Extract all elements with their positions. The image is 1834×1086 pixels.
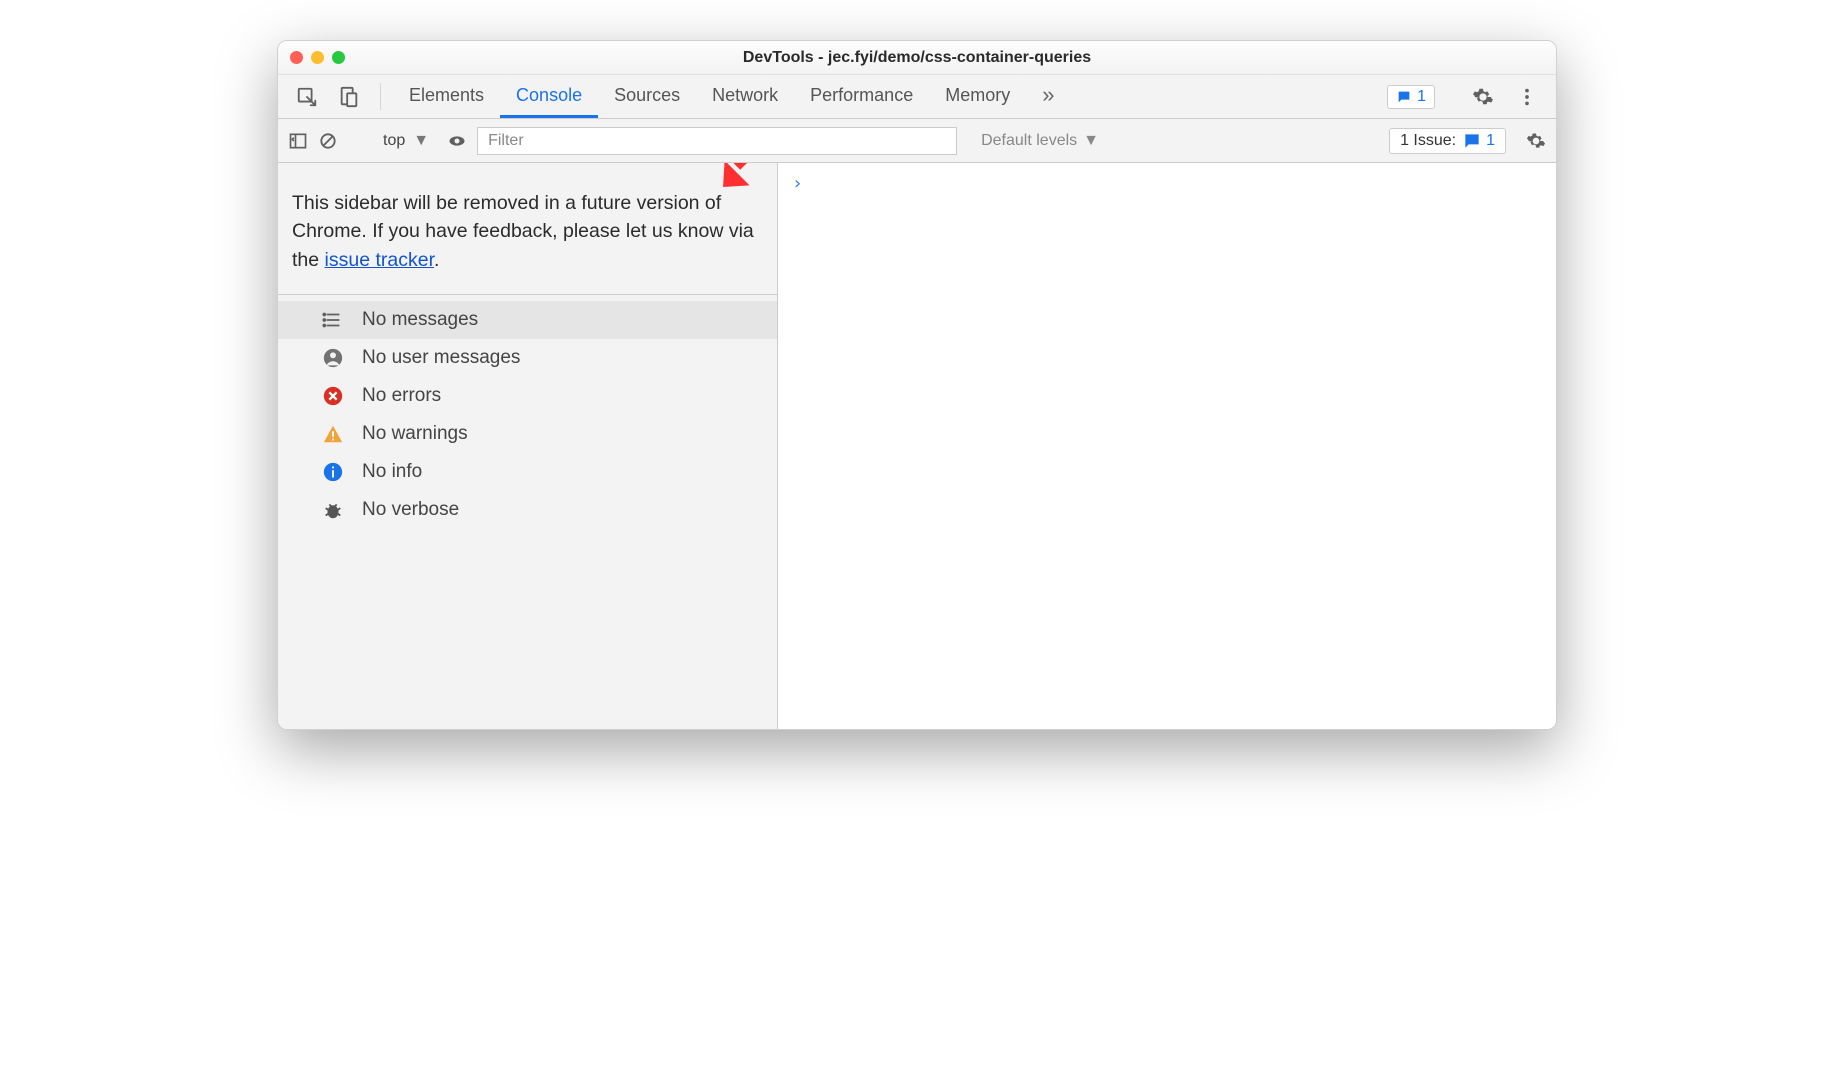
log-levels-selector[interactable]: Default levels ▼ — [981, 132, 1099, 150]
filter-errors[interactable]: No errors — [278, 377, 777, 415]
settings-button[interactable] — [1464, 86, 1502, 108]
console-sidebar: This sidebar will be removed in a future… — [278, 163, 778, 729]
context-label: top — [383, 132, 405, 150]
chevron-down-icon: ▼ — [413, 132, 429, 150]
issues-chip: 1 — [1462, 131, 1495, 151]
titlebar: DevTools - jec.fyi/demo/css-container-qu… — [278, 41, 1556, 75]
chevron-down-icon: ▼ — [1083, 132, 1099, 150]
error-icon — [322, 385, 344, 407]
issue-tracker-link[interactable]: issue tracker — [325, 249, 434, 271]
clear-console-button[interactable] — [318, 131, 338, 151]
issues-badge[interactable]: 1 — [1387, 85, 1435, 109]
tab-memory[interactable]: Memory — [929, 75, 1026, 118]
filter-input[interactable] — [477, 127, 957, 155]
annotation-arrow-icon — [709, 163, 787, 209]
console-settings-button[interactable] — [1526, 131, 1546, 151]
console-output[interactable]: › — [778, 163, 1556, 729]
window-title: DevTools - jec.fyi/demo/css-container-qu… — [278, 49, 1556, 67]
filter-label: No errors — [362, 385, 441, 407]
context-selector[interactable]: top ▼ — [375, 132, 437, 150]
console-prompt: › — [792, 173, 803, 194]
issues-label: 1 Issue: — [1400, 132, 1456, 150]
device-toolbar-button[interactable] — [330, 75, 368, 118]
filter-warnings[interactable]: No warnings — [278, 415, 777, 453]
devtools-window: DevTools - jec.fyi/demo/css-container-qu… — [277, 40, 1557, 730]
maximize-window-button[interactable] — [332, 51, 345, 64]
user-icon — [322, 347, 344, 369]
toggle-sidebar-button[interactable] — [288, 131, 308, 151]
filter-verbose[interactable]: No verbose — [278, 491, 777, 529]
filter-info[interactable]: No info — [278, 453, 777, 491]
filter-label: No messages — [362, 309, 478, 331]
content-area: This sidebar will be removed in a future… — [278, 163, 1556, 729]
bug-icon — [322, 499, 344, 521]
main-toolbar: Elements Console Sources Network Perform… — [278, 75, 1556, 119]
issues-counter[interactable]: 1 Issue: 1 — [1389, 128, 1506, 154]
tab-elements[interactable]: Elements — [393, 75, 500, 118]
list-icon — [322, 309, 344, 331]
warning-icon — [322, 423, 344, 445]
panel-tabs: Elements Console Sources Network Perform… — [393, 75, 1383, 118]
tabs-overflow-button[interactable]: » — [1026, 75, 1070, 118]
info-icon — [322, 461, 344, 483]
filter-user-messages[interactable]: No user messages — [278, 339, 777, 377]
inspect-element-button[interactable] — [288, 75, 326, 118]
filter-label: No warnings — [362, 423, 468, 445]
deprecation-notice: This sidebar will be removed in a future… — [278, 163, 777, 295]
toolbar-right: 1 — [1387, 75, 1546, 118]
filter-label: No info — [362, 461, 422, 483]
minimize-window-button[interactable] — [311, 51, 324, 64]
issues-count: 1 — [1486, 132, 1495, 150]
tab-performance[interactable]: Performance — [794, 75, 929, 118]
filter-label: No user messages — [362, 347, 520, 369]
filter-messages[interactable]: No messages — [278, 301, 777, 339]
sidebar-filters: No messages No user messages No errors N… — [278, 295, 777, 529]
console-toolbar: top ▼ Default levels ▼ 1 Issue: 1 — [278, 119, 1556, 163]
filter-label: No verbose — [362, 499, 459, 521]
tab-sources[interactable]: Sources — [598, 75, 696, 118]
live-expression-button[interactable] — [447, 131, 467, 151]
window-controls — [290, 51, 345, 64]
more-options-button[interactable] — [1508, 86, 1546, 108]
tab-console[interactable]: Console — [500, 75, 598, 118]
divider — [380, 83, 381, 110]
notice-text-post: . — [434, 249, 439, 271]
close-window-button[interactable] — [290, 51, 303, 64]
issues-badge-count: 1 — [1417, 88, 1426, 106]
tab-network[interactable]: Network — [696, 75, 794, 118]
log-levels-label: Default levels — [981, 132, 1077, 150]
